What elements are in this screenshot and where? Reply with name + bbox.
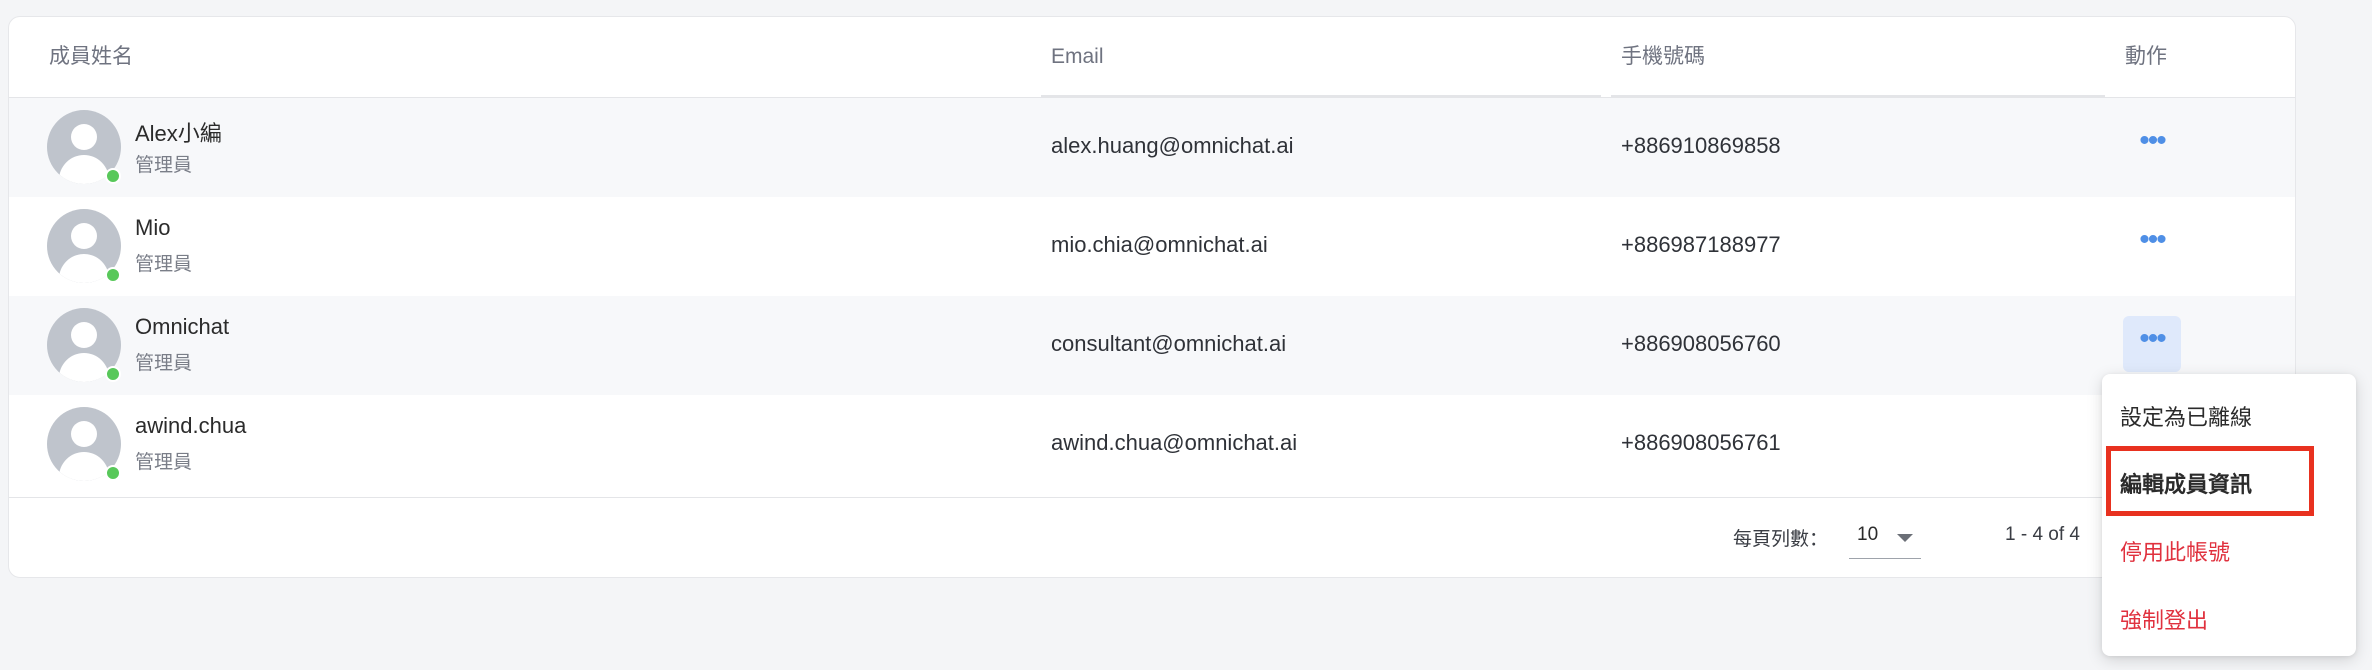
menu-item-edit-member[interactable]: 編輯成員資訊 — [2120, 467, 2252, 499]
column-header-name: 成員姓名 — [49, 45, 133, 68]
column-divider — [1611, 95, 2105, 97]
online-status-dot — [105, 267, 121, 283]
more-horizontal-icon: ••• — [2139, 322, 2166, 355]
more-actions-button[interactable]: ••• — [2123, 118, 2181, 174]
rows-per-page-label: 每頁列數： — [1733, 529, 1829, 550]
column-header-phone: 手機號碼 — [1621, 45, 1705, 68]
members-table-card: 成員姓名 Email 手機號碼 動作 Alex小編 管理員 alex.huang… — [8, 16, 2296, 578]
member-email: consultant@omnichat.ai — [1051, 331, 1287, 356]
member-name: Omnichat — [135, 314, 230, 339]
more-actions-button[interactable]: ••• — [2123, 217, 2181, 273]
action-dropdown-menu: 設定為已離線 編輯成員資訊 停用此帳號 強制登出 — [2102, 374, 2356, 656]
menu-item-set-offline[interactable]: 設定為已離線 — [2120, 400, 2252, 432]
member-name: awind.chua — [135, 413, 247, 438]
more-horizontal-icon: ••• — [2139, 124, 2166, 157]
table-footer: 每頁列數： 10 1 - 4 of 4 — [9, 497, 2295, 577]
table-header: 成員姓名 Email 手機號碼 動作 — [9, 17, 2295, 98]
more-actions-button[interactable]: ••• — [2123, 316, 2181, 372]
member-role: 管理員 — [135, 254, 193, 275]
member-role: 管理員 — [135, 452, 193, 473]
member-role: 管理員 — [135, 353, 193, 374]
column-divider — [1041, 95, 1601, 97]
pagination-range: 1 - 4 of 4 — [2005, 524, 2080, 545]
column-header-action: 動作 — [2125, 45, 2167, 68]
more-horizontal-icon: ••• — [2139, 223, 2166, 256]
member-email: mio.chia@omnichat.ai — [1051, 232, 1268, 257]
chevron-down-icon — [1897, 534, 1913, 542]
table-row[interactable]: Omnichat 管理員 consultant@omnichat.ai +886… — [9, 296, 2295, 395]
table-row[interactable]: Alex小編 管理員 alex.huang@omnichat.ai +88691… — [9, 98, 2295, 197]
online-status-dot — [105, 168, 121, 184]
menu-item-force-logout[interactable]: 強制登出 — [2120, 603, 2208, 635]
member-phone: +886908056761 — [1621, 430, 1781, 455]
member-phone: +886908056760 — [1621, 331, 1781, 356]
member-email: awind.chua@omnichat.ai — [1051, 430, 1298, 455]
member-name: Mio — [135, 215, 171, 240]
table-row[interactable]: Mio 管理員 mio.chia@omnichat.ai +8869871889… — [9, 197, 2295, 296]
table-row[interactable]: awind.chua 管理員 awind.chua@omnichat.ai +8… — [9, 395, 2295, 494]
online-status-dot — [105, 465, 121, 481]
rows-per-page-value: 10 — [1857, 524, 1879, 545]
online-status-dot — [105, 366, 121, 382]
member-name: Alex小編 — [135, 121, 222, 146]
column-header-email: Email — [1051, 45, 1104, 68]
member-email: alex.huang@omnichat.ai — [1051, 133, 1294, 158]
member-role: 管理員 — [135, 155, 193, 176]
rows-per-page-select[interactable]: 10 — [1849, 514, 1921, 559]
member-phone: +886987188977 — [1621, 232, 1781, 257]
menu-item-disable-account[interactable]: 停用此帳號 — [2120, 535, 2230, 567]
member-phone: +886910869858 — [1621, 133, 1781, 158]
